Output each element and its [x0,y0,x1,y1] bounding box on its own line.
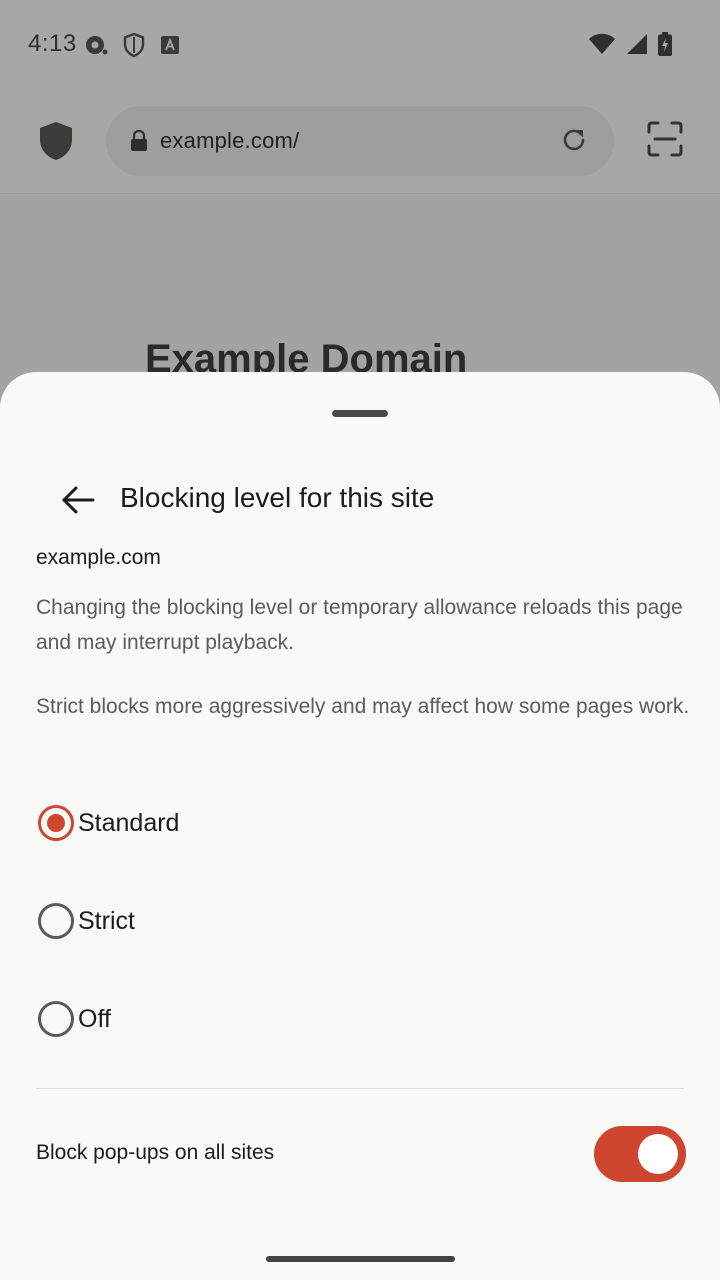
radio-label-standard: Standard [78,808,180,837]
scan-button[interactable] [644,120,686,162]
radio-label-strict: Strict [78,906,135,935]
block-popups-label: Block pop-ups on all sites [36,1141,275,1164]
status-bar: 4:13 [0,0,720,92]
scan-icon [647,121,683,162]
radio-option-strict[interactable]: Strict [36,896,676,946]
browser-toolbar: example.com/ [0,92,720,194]
radio-button-unchecked[interactable] [38,903,74,939]
reload-icon [560,126,588,159]
sheet-title: Blocking level for this site [120,482,435,513]
media-record-icon [84,33,108,62]
strict-warning-text: Strict blocks more aggressively and may … [36,695,690,718]
status-time: 4:13 [28,30,77,57]
blocking-level-sheet: Blocking level for this site example.com… [0,372,720,1280]
radio-option-standard[interactable]: Standard [36,798,676,848]
divider [36,1088,684,1089]
gesture-nav-handle[interactable] [266,1256,455,1262]
lock-icon [130,130,148,152]
wifi-icon [588,33,616,60]
radio-button-checked[interactable] [38,805,74,841]
status-icons-right [588,32,672,61]
block-popups-row[interactable]: Block pop-ups on all sites [36,1124,686,1182]
shield-icon [39,121,73,166]
site-name: example.com [36,546,161,569]
status-icons-left [84,32,180,63]
back-button[interactable] [54,478,102,526]
battery-charging-icon [658,32,672,61]
block-popups-toggle[interactable] [594,1126,686,1182]
reload-warning-text: Changing the blocking level or temporary… [36,596,683,654]
shield-outline-icon [122,32,146,63]
radio-button-unchecked[interactable] [38,1001,74,1037]
cellular-signal-icon [626,33,648,60]
reload-button[interactable] [560,128,588,156]
radio-option-off[interactable]: Off [36,994,676,1044]
arrow-back-icon [61,485,95,520]
font-a-icon [160,35,180,60]
radio-label-off: Off [78,1004,111,1033]
toggle-knob [638,1134,678,1174]
url-bar[interactable]: example.com/ [106,106,614,176]
sheet-drag-handle[interactable] [332,410,388,417]
url-text: example.com/ [160,128,300,153]
tracking-protection-button[interactable] [34,118,78,168]
